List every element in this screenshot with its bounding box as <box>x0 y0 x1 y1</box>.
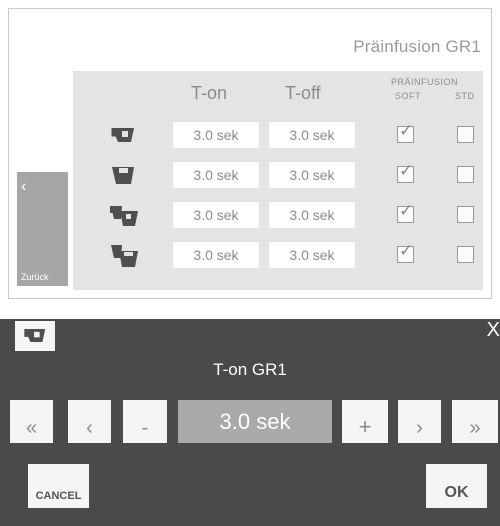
value-display: 3.0 sek <box>178 400 332 443</box>
single-cup-icon <box>109 122 137 149</box>
checkmark-icon: ✓ <box>399 121 414 140</box>
double-cup-icon <box>109 162 137 189</box>
soft-checkbox[interactable]: ✓ <box>397 242 414 263</box>
std-checkbox[interactable] <box>457 206 474 223</box>
fast-decrease-button[interactable]: « <box>10 400 53 443</box>
column-header-t-on: T-on <box>191 83 228 103</box>
t-off-value[interactable]: 3.0 sek <box>269 162 355 188</box>
t-off-value[interactable]: 3.0 sek <box>269 202 355 228</box>
std-checkbox[interactable] <box>457 166 474 183</box>
value-editor-dialog: X T-on GR1 « ‹ - 3.0 sek + › » CANCEL OK <box>0 319 500 526</box>
dialog-title: T-on GR1 <box>213 360 287 379</box>
back-button-label: Zurück <box>21 272 49 282</box>
column-header-std: STD <box>455 91 475 101</box>
column-header-soft: SOFT <box>395 91 421 101</box>
single-cups-pair-icon <box>109 202 138 229</box>
double-cups-pair-icon <box>109 242 138 269</box>
soft-checkbox[interactable]: ✓ <box>397 162 414 183</box>
t-on-value[interactable]: 3.0 sek <box>173 162 259 188</box>
fast-increase-button[interactable]: » <box>452 400 498 443</box>
close-button[interactable]: X <box>487 319 500 342</box>
single-cup-icon <box>22 323 48 354</box>
t-on-value[interactable]: 3.0 sek <box>173 122 259 148</box>
cup-selector-button[interactable] <box>15 321 55 351</box>
t-off-value[interactable]: 3.0 sek <box>269 242 355 268</box>
preinfusion-panel: Präinfusion GR1 T-on T-off PRÄINFUSION S… <box>8 8 492 299</box>
table-row: 3.0 sek 3.0 sek ✓ <box>73 120 483 151</box>
t-on-value[interactable]: 3.0 sek <box>173 242 259 268</box>
increase-step-button[interactable]: › <box>398 400 441 443</box>
checkmark-icon: ✓ <box>399 201 414 220</box>
chevron-left-icon: ‹ <box>21 178 27 195</box>
decrease-step-button[interactable]: ‹ <box>68 400 111 443</box>
back-button[interactable]: ‹ Zurück <box>17 172 68 286</box>
plus-button[interactable]: + <box>342 400 388 443</box>
std-checkbox[interactable] <box>457 126 474 143</box>
t-on-value[interactable]: 3.0 sek <box>173 202 259 228</box>
checkmark-icon: ✓ <box>399 161 414 180</box>
checkmark-icon: ✓ <box>399 241 414 260</box>
table-row: 3.0 sek 3.0 sek ✓ <box>73 200 483 231</box>
column-header-t-off: T-off <box>285 83 321 103</box>
preinfusion-table: T-on T-off PRÄINFUSION SOFT STD 3.0 sek … <box>73 71 483 290</box>
cancel-button[interactable]: CANCEL <box>28 464 89 508</box>
std-checkbox[interactable] <box>457 246 474 263</box>
soft-checkbox[interactable]: ✓ <box>397 122 414 143</box>
t-off-value[interactable]: 3.0 sek <box>269 122 355 148</box>
table-row: 3.0 sek 3.0 sek ✓ <box>73 160 483 191</box>
table-row: 3.0 sek 3.0 sek ✓ <box>73 240 483 271</box>
soft-checkbox[interactable]: ✓ <box>397 202 414 223</box>
ok-button[interactable]: OK <box>426 464 487 508</box>
column-header-preinfusion: PRÄINFUSION <box>391 77 459 87</box>
page-title: Präinfusion GR1 <box>353 37 481 56</box>
minus-button[interactable]: - <box>123 400 167 443</box>
